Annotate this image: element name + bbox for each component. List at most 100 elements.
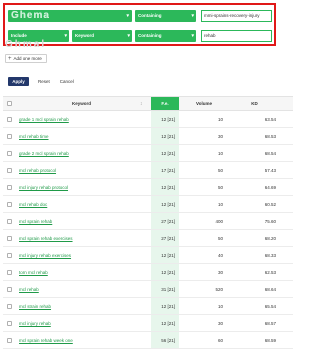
filter-value-input[interactable]: mmi-sprains-recovery-injury [201,9,272,22]
volume-cell: 40 [217,252,223,258]
filter-operator-select[interactable]: Containing ▾ [135,9,196,22]
row-checkbox-cell [7,179,13,195]
row-checkbox-cell [7,230,13,246]
kd-cell: 75.60 [264,218,276,224]
sort-icon[interactable]: ↕ [140,101,143,107]
kd-cell: 68.54 [264,150,276,156]
add-one-more-label: Add one more [13,56,42,61]
keyword-link[interactable]: mcl rehab time [19,134,49,139]
cancel-button[interactable]: Cancel [60,79,74,84]
keyword-link[interactable]: mcl rehab [19,287,39,292]
row-checkbox[interactable] [7,269,12,275]
keyword-link[interactable]: torn mcl rehab [19,270,48,275]
table-row: mcl injury rehab exercises 12 [21] 40 68.33 [3,247,293,264]
keyword-link[interactable]: mcl sprain rehab exercises [19,236,73,241]
keyword-cell: mcl injury rehab [19,315,144,331]
keyword-input-text: rehab [204,33,216,38]
match-type-value: Keyword [75,33,95,38]
table-row: mcl rehab time 12 [21] 30 68.53 [3,128,293,145]
table-body: grade 1 mcl sprain rehab 12 [21] 10 63.54 mc… [3,111,293,349]
kd-cell: 68.20 [264,235,276,241]
table-row: mcl injury rehab protocol 12 [21] 50 64.69 [3,179,293,196]
keyword-header[interactable]: Keyword [19,97,144,110]
fe-cell: 12 [21] [151,315,179,331]
kd-cell: 68.64 [264,286,276,292]
table-row: mcl rehab protocol 17 [21] 50 57.43 [3,162,293,179]
kd-cell: 68.53 [264,133,276,139]
match-type-select[interactable]: Keyword ▾ [72,29,132,42]
keyword-cell: mcl rehab doc [19,196,144,212]
keyword-link[interactable]: mcl strain rehab [19,304,51,309]
row-checkbox[interactable] [7,252,12,258]
keyword-link[interactable]: mcl injury rehab protocol [19,185,68,190]
keyword-link[interactable]: mcl rehab doc [19,202,47,207]
keyword-link[interactable]: mcl sprain rehab week one [19,338,73,343]
keyword-cell: mcl injury rehab protocol [19,179,144,195]
kd-cell: 60.52 [264,201,276,207]
fe-cell: 12 [21] [151,196,179,212]
row-checkbox-cell [7,196,13,212]
fe-cell: 27 [21] [151,230,179,246]
row-checkbox-cell [7,213,13,229]
kd-cell: 62.53 [264,269,276,275]
row-checkbox-cell [7,315,13,331]
reset-button[interactable]: Reset [38,79,50,84]
table-row: mcl rehab 31 [21] 520 68.64 [3,281,293,298]
filter-row-2: Include ▾ Keyword ▾ Containing ▾ rehab [8,29,272,42]
row-checkbox[interactable] [7,167,12,173]
row-checkbox[interactable] [7,201,12,207]
keyword-cell: torn mcl rehab [19,264,144,280]
table-row: mcl injury rehab 12 [21] 30 68.57 [3,315,293,332]
row-checkbox[interactable] [7,235,12,241]
add-one-more-button[interactable]: + Add one more [5,54,47,63]
volume-cell: 50 [217,184,223,190]
volume-cell: 10 [217,116,223,122]
ghost-label: Ghmal [5,39,47,50]
kd-cell: 65.54 [264,303,276,309]
row-checkbox-cell [7,247,13,263]
table-row: torn mcl rehab 12 [21] 30 62.53 [3,264,293,281]
keyword-cell: mcl sprain rehab [19,213,144,229]
fe-header[interactable]: F.e. [151,97,179,110]
keyword-link[interactable]: mcl injury rehab exercises [19,253,71,258]
kd-cell: 63.54 [264,116,276,122]
keyword-input[interactable]: rehab [201,29,272,42]
row-checkbox-cell [7,128,13,144]
keyword-link[interactable]: mcl rehab protocol [19,168,56,173]
fe-cell: 12 [21] [151,179,179,195]
keyword-cell: mcl rehab [19,281,144,297]
row-checkbox[interactable] [7,337,12,343]
volume-cell: 520 [215,286,223,292]
row-checkbox[interactable] [7,286,12,292]
row-checkbox[interactable] [7,133,12,139]
keyword-link[interactable]: grade 2 mcl sprain rehab [19,151,69,156]
row-checkbox[interactable] [7,184,12,190]
table-row: grade 2 mcl sprain rehab 12 [21] 10 68.54 [3,145,293,162]
chevron-down-icon: ▾ [126,12,130,19]
row-checkbox[interactable] [7,320,12,326]
keyword-link[interactable]: mcl injury rehab [19,321,51,326]
operator-select[interactable]: Containing ▾ [135,29,196,42]
volume-header[interactable]: Volume [185,97,225,110]
keyword-link[interactable]: grade 1 mcl sprain rehab [19,117,69,122]
operator-value: Containing [138,33,162,38]
row-checkbox-cell [7,298,13,314]
keyword-cell: mcl sprain rehab exercises [19,230,144,246]
table-row: grade 1 mcl sprain rehab 12 [21] 10 63.54 [3,111,293,128]
keyword-link[interactable]: mcl sprain rehab [19,219,52,224]
fe-cell: 12 [21] [151,247,179,263]
filter-value-text: mmi-sprains-recovery-injury [204,13,260,18]
volume-cell: 30 [217,269,223,275]
fe-cell: 12 [21] [151,128,179,144]
row-checkbox[interactable] [7,116,12,122]
row-checkbox[interactable] [7,218,12,224]
plus-icon: + [8,55,12,62]
filter-field-select[interactable]: Ghema ▾ [8,9,132,22]
row-checkbox[interactable] [7,150,12,156]
keyword-cell: mcl strain rehab [19,298,144,314]
kd-header[interactable]: KD [233,97,278,110]
apply-button[interactable]: Apply [8,77,29,86]
select-all-checkbox[interactable] [7,101,12,106]
row-checkbox[interactable] [7,303,12,309]
fe-cell: 12 [21] [151,298,179,314]
